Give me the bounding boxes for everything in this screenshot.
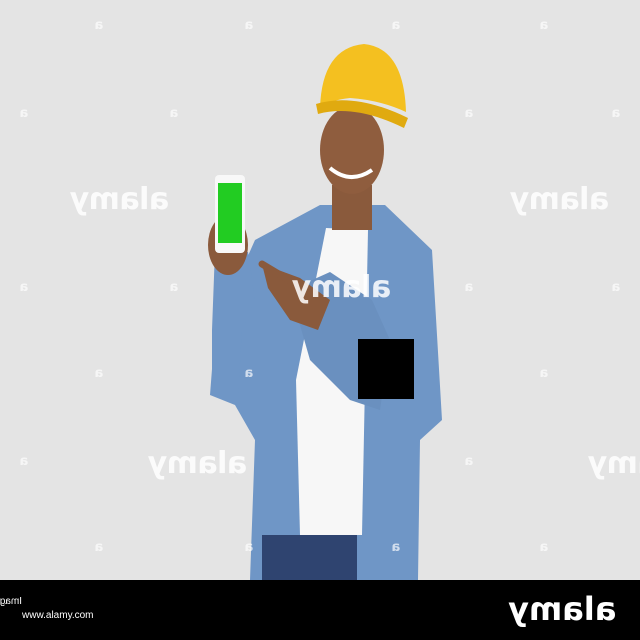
image-id-label: Image ID: 2DCH0P8 xyxy=(0,596,22,607)
watermark-mark: a xyxy=(20,454,29,469)
watermark-mark: a xyxy=(95,18,104,33)
watermark-mark: a xyxy=(540,540,549,555)
stock-footer-bar: Image ID: 2DCH0P8 www.alamy.com alamy xyxy=(0,580,640,640)
watermark-logo: alamy xyxy=(148,446,248,481)
watermark-logo: alamy xyxy=(510,182,610,217)
watermark-mark: a xyxy=(465,280,474,295)
watermark-mark: a xyxy=(465,106,474,121)
watermark-mark: a xyxy=(95,540,104,555)
watermark-mark: a xyxy=(540,366,549,381)
watermark-mark: a xyxy=(170,106,179,121)
watermark-mark: a xyxy=(465,454,474,469)
watermark-logo: alamy xyxy=(292,270,392,305)
watermark-mark: a xyxy=(612,106,621,121)
watermark-mark: a xyxy=(245,18,254,33)
watermark-mark: a xyxy=(20,280,29,295)
redaction-box xyxy=(358,339,414,399)
watermark-mark: a xyxy=(392,18,401,33)
stock-photo-frame: alamy alamy alamy alamy alamy a a a a a … xyxy=(0,0,640,640)
stock-photo: alamy alamy alamy alamy alamy a a a a a … xyxy=(0,0,640,580)
watermark-mark: a xyxy=(245,540,254,555)
alamy-logo: alamy xyxy=(507,590,616,628)
watermark-mark: a xyxy=(95,366,104,381)
watermark-mark: a xyxy=(392,540,401,555)
jeans xyxy=(262,535,357,580)
watermark-mark: a xyxy=(20,106,29,121)
head xyxy=(320,106,384,194)
site-url[interactable]: www.alamy.com xyxy=(22,609,113,623)
watermark-mark: a xyxy=(612,280,621,295)
watermark-mark: a xyxy=(540,18,549,33)
watermark-logo: alamy xyxy=(70,182,170,217)
image-info: Image ID: 2DCH0P8 www.alamy.com xyxy=(0,595,113,623)
phone-green-screen xyxy=(218,183,242,243)
watermark-logo: alamy xyxy=(588,446,640,481)
watermark-mark: a xyxy=(245,366,254,381)
watermark-mark: a xyxy=(170,280,179,295)
